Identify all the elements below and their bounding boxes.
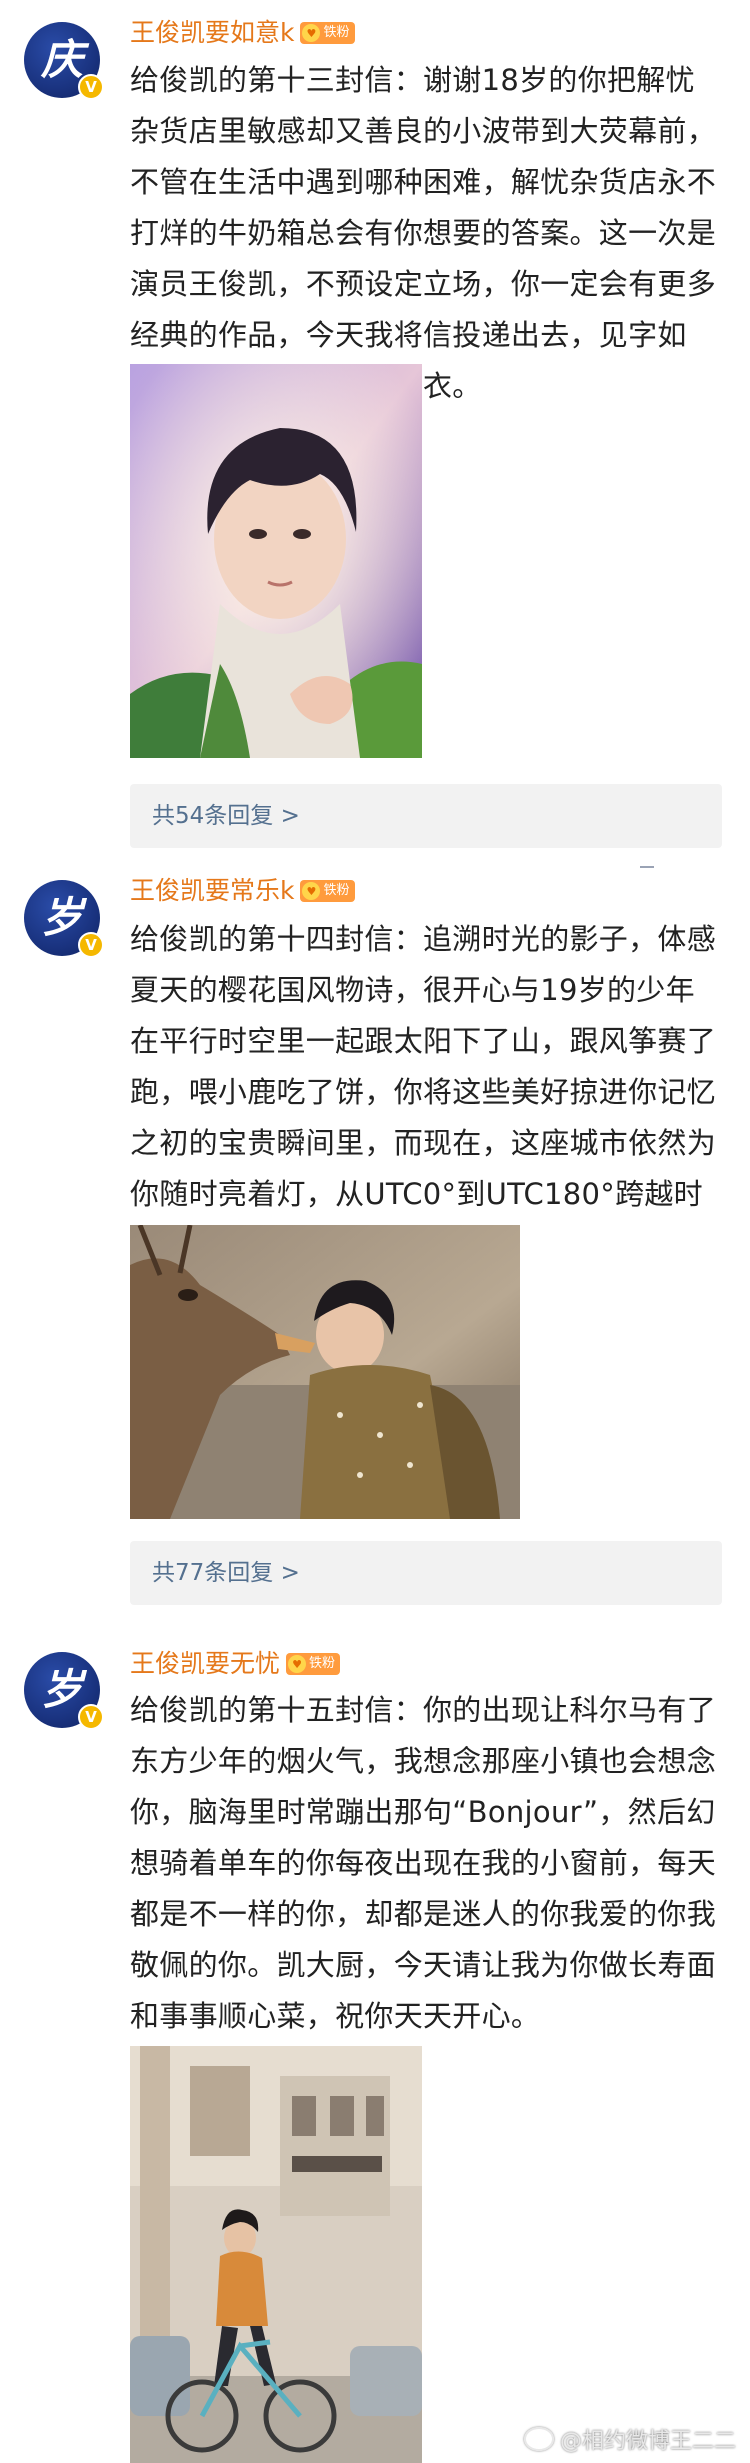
heart-icon: ♥ bbox=[302, 882, 321, 900]
fan-badge-label: 铁粉 bbox=[323, 25, 350, 40]
replies-link[interactable]: 共77条回复 > bbox=[130, 1541, 722, 1605]
username-row: 王俊凯要如意k ♥ 铁粉 bbox=[130, 16, 355, 50]
avatar-char: 岁 bbox=[40, 1665, 83, 1714]
heart-icon: ♥ bbox=[288, 1655, 307, 1673]
vip-badge-icon: V bbox=[78, 1704, 104, 1730]
avatar[interactable]: 岁 V bbox=[24, 1652, 104, 1730]
replies-link[interactable]: 共54条回复 > bbox=[130, 784, 722, 848]
username[interactable]: 王俊凯要如意k bbox=[130, 16, 294, 50]
weibo-logo-icon bbox=[523, 2427, 554, 2451]
heart-icon: ♥ bbox=[302, 24, 321, 42]
avatar-char: 庆 bbox=[40, 35, 83, 84]
post-photo[interactable] bbox=[130, 1225, 520, 1519]
watermark: @相约微博王二二 bbox=[523, 2423, 736, 2455]
post-text: 给俊凯的第十五封信：你的出现让科尔马有了东方少年的烟火气，我想念那座小镇也会想念… bbox=[130, 1693, 717, 2033]
username[interactable]: 王俊凯要无忧 bbox=[130, 1647, 280, 1681]
post-photo[interactable] bbox=[130, 2046, 422, 2463]
post-text: 给俊凯的第十三封信：谢谢18岁的你把解忧杂货店里敏感却又善良的小波带到大荧幕前，… bbox=[130, 63, 717, 403]
post-photo[interactable] bbox=[130, 364, 422, 758]
replies-label: 共54条回复 > bbox=[152, 803, 300, 829]
replies-label: 共77条回复 > bbox=[152, 1560, 300, 1586]
username[interactable]: 王俊凯要常乐k bbox=[130, 874, 294, 908]
fan-badge: ♥ 铁粉 bbox=[300, 22, 355, 44]
bicycle-photo-icon bbox=[130, 2046, 422, 2463]
deer-photo-icon bbox=[130, 1225, 520, 1519]
avatar-char: 岁 bbox=[40, 893, 83, 942]
username-row: 王俊凯要常乐k ♥ 铁粉 bbox=[130, 874, 355, 908]
vip-badge-icon: V bbox=[78, 932, 104, 958]
fan-badge: ♥ 铁粉 bbox=[300, 880, 355, 902]
watermark-text: @相约微博王二二 bbox=[559, 2429, 736, 2454]
post-text: 给俊凯的第十四封信：追溯时光的影子，体感夏天的樱花国风物诗，很开心与19岁的少年… bbox=[130, 922, 717, 1262]
fan-badge-label: 铁粉 bbox=[323, 883, 350, 898]
avatar[interactable]: 岁 V bbox=[24, 880, 104, 958]
divider-mark bbox=[640, 866, 654, 868]
vip-badge-icon: V bbox=[78, 74, 104, 100]
username-row: 王俊凯要无忧 ♥ 铁粉 bbox=[130, 1647, 341, 1681]
portrait-photo-icon bbox=[130, 364, 422, 758]
fan-badge: ♥ 铁粉 bbox=[286, 1653, 341, 1675]
fan-badge-label: 铁粉 bbox=[309, 1656, 336, 1671]
avatar[interactable]: 庆 V bbox=[24, 22, 104, 100]
